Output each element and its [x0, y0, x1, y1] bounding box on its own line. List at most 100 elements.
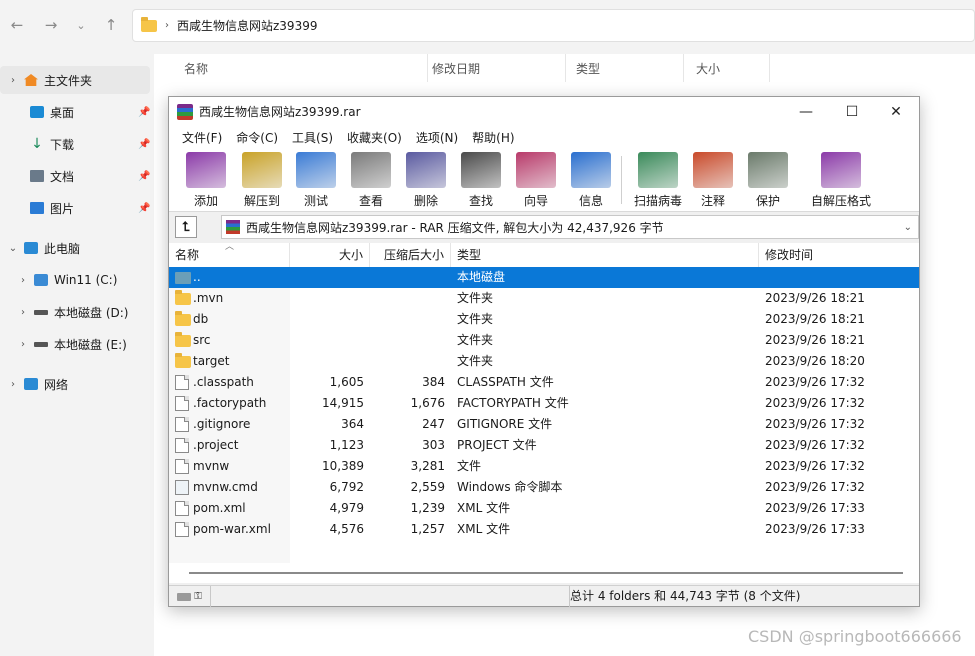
file-row[interactable]: pom.xml 4,979 1,239 XML 文件 2023/9/26 17:33	[169, 498, 919, 519]
chevron-down-icon[interactable]: ⌄	[70, 14, 92, 36]
file-row[interactable]: mvnw.cmd 6,792 2,559 Windows 命令脚本 2023/9/26 …	[169, 477, 919, 498]
winrar-window: 西咸生物信息网站z39399.rar — ☐ ✕ 文件(F) 命令(C) 工具(…	[168, 96, 920, 607]
home-icon	[24, 74, 38, 86]
up-arrow-icon[interactable]: ↑	[100, 14, 122, 36]
up-folder-button[interactable]: ⮤	[175, 216, 197, 238]
toolbar-button-info[interactable]: 信息	[565, 152, 617, 210]
document-icon	[30, 170, 44, 182]
status-drive-indicator[interactable]: ⚿	[169, 586, 211, 607]
sidebar-item-network[interactable]: › 网络	[0, 370, 68, 398]
cell-modified: 2023/9/26 17:32	[765, 480, 865, 494]
column-header-name[interactable]: 名称	[172, 54, 428, 82]
forward-arrow-icon[interactable]: →	[40, 14, 62, 36]
pin-icon[interactable]: 📌	[138, 107, 150, 118]
toolbar-button-delete[interactable]: 删除	[400, 152, 452, 210]
sidebar-item-documents[interactable]: 文档	[26, 162, 74, 190]
toolbar-button-protect[interactable]: 保护	[742, 152, 794, 210]
file-row[interactable]: .. 本地磁盘	[169, 267, 919, 288]
file-row[interactable]: db 文件夹 2023/9/26 18:21	[169, 309, 919, 330]
pin-icon[interactable]: 📌	[138, 203, 150, 214]
sidebar-item-downloads[interactable]: ↓ 下载	[26, 130, 74, 158]
toolbar-button-label: 删除	[413, 194, 438, 208]
file-row[interactable]: .mvn 文件夹 2023/9/26 18:21	[169, 288, 919, 309]
sidebar-item-desktop[interactable]: 桌面	[26, 98, 74, 126]
toolbar-button-comment[interactable]: 注释	[687, 152, 739, 210]
chevron-right-icon[interactable]: ›	[16, 275, 30, 286]
cell-modified: 2023/9/26 17:32	[765, 438, 865, 452]
sidebar-item-drive-c[interactable]: › Win11 (C:)	[10, 266, 117, 294]
back-arrow-icon[interactable]: ←	[6, 14, 28, 36]
address-bar[interactable]: › 西咸生物信息网站z39399	[132, 9, 975, 42]
breadcrumb[interactable]: 西咸生物信息网站z39399	[177, 17, 317, 34]
scrollbar-thumb[interactable]	[189, 572, 903, 574]
sidebar-item-label: 本地磁盘 (E:)	[54, 337, 127, 352]
cell-type: PROJECT 文件	[457, 438, 537, 452]
column-header-modified[interactable]: 修改时间	[759, 243, 919, 267]
file-row[interactable]: pom-war.xml 4,576 1,257 XML 文件 2023/9/26 17:…	[169, 519, 919, 540]
menu-command[interactable]: 命令(C)	[229, 129, 285, 146]
cell-name: src	[193, 333, 211, 347]
menu-bar: 文件(F) 命令(C) 工具(S) 收藏夹(O) 选项(N) 帮助(H)	[169, 126, 919, 148]
minimize-button[interactable]: —	[783, 97, 829, 126]
column-header-type[interactable]: 类型	[451, 243, 759, 267]
rar-file-icon	[226, 220, 240, 234]
toolbar-button-extract-to[interactable]: 解压到	[236, 152, 288, 210]
column-header-size[interactable]: 大小	[684, 54, 770, 82]
chevron-down-icon[interactable]: ⌄	[904, 222, 912, 233]
toolbar-button-find[interactable]: 查找	[455, 152, 507, 210]
toolbar: 添加 解压到 测试 查看 删除 查找 向导 信息 扫描病毒 注释 保护 自解压格式	[169, 148, 919, 212]
menu-file[interactable]: 文件(F)	[175, 129, 229, 146]
sidebar-item-home[interactable]: › 主文件夹	[0, 66, 150, 94]
toolbar-button-add-archive[interactable]: 添加	[180, 152, 232, 210]
file-row[interactable]: src 文件夹 2023/9/26 18:21	[169, 330, 919, 351]
horizontal-scrollbar[interactable]	[169, 563, 919, 583]
chevron-right-icon[interactable]: ›	[6, 379, 20, 390]
pin-icon[interactable]: 📌	[138, 171, 150, 182]
toolbar-button-wizard[interactable]: 向导	[510, 152, 562, 210]
chevron-right-icon[interactable]: ›	[16, 307, 30, 318]
sidebar-item-pictures[interactable]: 图片	[26, 194, 74, 222]
menu-tools[interactable]: 工具(S)	[285, 129, 340, 146]
toolbar-button-test[interactable]: 测试	[290, 152, 342, 210]
cell-type: 文件	[457, 459, 482, 473]
sidebar-item-drive-d[interactable]: › 本地磁盘 (D:)	[10, 298, 128, 326]
cell-name: mvnw	[193, 459, 230, 473]
file-icon	[175, 375, 189, 390]
cell-size	[290, 309, 364, 330]
file-row[interactable]: .factorypath 14,915 1,676 FACTORYPATH 文件 202…	[169, 393, 919, 414]
sidebar-item-drive-e[interactable]: › 本地磁盘 (E:)	[10, 330, 127, 358]
column-header-packed[interactable]: 压缩后大小	[370, 243, 451, 267]
cell-packed: 3,281	[410, 459, 445, 473]
menu-help[interactable]: 帮助(H)	[465, 129, 521, 146]
file-row[interactable]: .classpath 1,605 384 CLASSPATH 文件 2023/9/26 …	[169, 372, 919, 393]
toolbar-button-view[interactable]: 查看	[345, 152, 397, 210]
file-row[interactable]: .gitignore 364 247 GITIGNORE 文件 2023/9/26 17…	[169, 414, 919, 435]
column-label: 名称	[175, 248, 200, 262]
file-row[interactable]: target 文件夹 2023/9/26 18:20	[169, 351, 919, 372]
cell-packed: 247	[422, 417, 445, 431]
column-header-type[interactable]: 类型	[564, 54, 684, 82]
cell-name: mvnw.cmd	[193, 480, 258, 494]
pin-icon[interactable]: 📌	[138, 139, 150, 150]
archive-path-field[interactable]: 西咸生物信息网站z39399.rar - RAR 压缩文件, 解包大小为 42,…	[221, 215, 919, 239]
close-button[interactable]: ✕	[873, 97, 919, 126]
file-row[interactable]: mvnw 10,389 3,281 文件 2023/9/26 17:32	[169, 456, 919, 477]
toolbar-button-sfx[interactable]: 自解压格式	[801, 152, 881, 210]
cell-packed	[370, 351, 445, 372]
column-header-size[interactable]: 大小	[290, 243, 370, 267]
cell-size	[290, 267, 364, 288]
chevron-down-icon[interactable]: ⌄	[6, 243, 20, 254]
menu-favorites[interactable]: 收藏夹(O)	[340, 129, 409, 146]
file-icon	[175, 417, 189, 432]
sidebar-item-this-pc[interactable]: ⌄ 此电脑	[0, 234, 80, 262]
column-header-name[interactable]: 名称 ︿	[169, 243, 290, 267]
cell-packed	[370, 288, 445, 309]
chevron-right-icon[interactable]: ›	[6, 75, 20, 86]
column-header-date[interactable]: 修改日期	[420, 54, 566, 82]
chevron-right-icon[interactable]: ›	[16, 339, 30, 350]
maximize-button[interactable]: ☐	[829, 97, 875, 126]
file-row[interactable]: .project 1,123 303 PROJECT 文件 2023/9/26 17:3…	[169, 435, 919, 456]
title-bar[interactable]: 西咸生物信息网站z39399.rar — ☐ ✕	[169, 97, 919, 126]
toolbar-button-virus-scan[interactable]: 扫描病毒	[627, 152, 689, 210]
menu-options[interactable]: 选项(N)	[409, 129, 465, 146]
